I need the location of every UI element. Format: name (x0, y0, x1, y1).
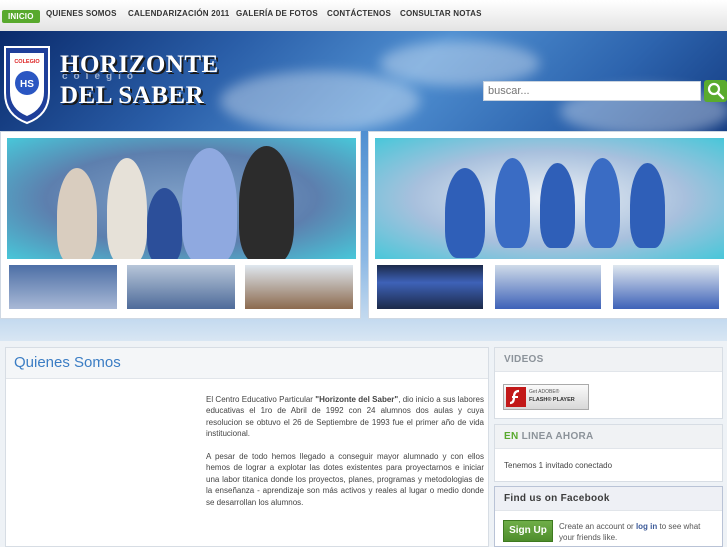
person-figure (585, 158, 620, 248)
gallery-thumbnail[interactable] (127, 265, 235, 309)
crest-top-text: COLEGIO (14, 59, 40, 65)
crest-letters: HS (20, 79, 34, 90)
gallery-thumbnail[interactable] (9, 265, 117, 309)
search-icon (707, 82, 725, 100)
facebook-widget: Find us on Facebook Sign Up Create an ac… (494, 486, 723, 547)
nav-item-quienes-somos[interactable]: QUIENES SOMOS (46, 9, 117, 18)
brand-title-line2: DEL SABER (60, 82, 205, 109)
nav-item-contactenos[interactable]: CONTÁCTENOS (327, 9, 391, 18)
person-figure (107, 158, 147, 259)
search-button[interactable] (704, 80, 727, 102)
para-text: El Centro Educativo Particular (206, 395, 316, 404)
gallery-panel-right (368, 131, 727, 319)
about-section: Quienes Somos El Centro Educativo Partic… (5, 347, 489, 547)
fb-login-link[interactable]: log in (636, 522, 657, 531)
main-photo-teachers[interactable] (7, 138, 356, 259)
online-count-text: Tenemos 1 invitado conectado (504, 461, 613, 470)
top-nav: INICIO QUIENES SOMOS CALENDARIZACIÓN 201… (0, 0, 727, 32)
person-figure (495, 158, 530, 248)
about-paragraph-1: El Centro Educativo Particular "Horizont… (206, 394, 484, 440)
online-title-rest: LINEA AHORA (518, 431, 594, 442)
nav-item-consultar-notas[interactable]: CONSULTAR NOTAS (400, 9, 482, 18)
online-widget: EN LINEA AHORA Tenemos 1 invitado conect… (494, 424, 723, 482)
fb-text: Create an account or (559, 522, 636, 531)
nav-item-calendarizacion[interactable]: CALENDARIZACIÓN 2011 (128, 9, 229, 18)
flash-name-text: FLASH® PLAYER (529, 397, 575, 403)
about-paragraph-2: A pesar de todo hemos llegado a consegui… (206, 452, 484, 507)
gallery-panel-left (0, 131, 361, 319)
person-figure (239, 146, 294, 259)
videos-widget: VIDEOS Get ADOBE® FLASH® PLAYER (494, 347, 723, 419)
gallery-thumbnail[interactable] (613, 265, 719, 309)
school-crest-logo[interactable]: HS COLEGIO (2, 45, 52, 125)
person-figure (182, 148, 237, 259)
cloud-decoration (380, 41, 540, 86)
flash-get-text: Get ADOBE® (529, 389, 560, 395)
flash-icon (506, 387, 526, 407)
person-figure (630, 163, 665, 248)
gallery-thumbnail[interactable] (495, 265, 601, 309)
person-figure (57, 168, 97, 259)
gallery-thumbnail-active[interactable] (377, 265, 483, 309)
facebook-text: Create an account or log in to see what … (559, 521, 715, 543)
search-input[interactable] (483, 81, 701, 101)
online-title: EN LINEA AHORA (495, 425, 722, 449)
person-figure (540, 163, 575, 248)
school-name: "Horizonte del Saber" (315, 395, 399, 404)
cloud-decoration (220, 71, 420, 131)
nav-item-galeria[interactable]: GALERÍA DE FOTOS (236, 9, 318, 18)
videos-title: VIDEOS (495, 348, 722, 372)
gallery-thumbnail[interactable] (245, 265, 353, 309)
online-title-prefix: EN (504, 431, 519, 442)
header-banner: HS COLEGIO colegio HORIZONTE DEL SABER (0, 31, 727, 131)
main-photo-students[interactable] (375, 138, 724, 259)
person-figure (147, 188, 182, 259)
person-figure (445, 168, 485, 258)
flash-player-badge[interactable]: Get ADOBE® FLASH® PLAYER (503, 384, 589, 410)
signup-button[interactable]: Sign Up (503, 520, 553, 542)
section-title: Quienes Somos (14, 354, 121, 371)
brand-title-line1: HORIZONTE (60, 51, 219, 78)
facebook-title: Find us on Facebook (495, 487, 722, 511)
nav-item-inicio[interactable]: INICIO (2, 10, 40, 23)
